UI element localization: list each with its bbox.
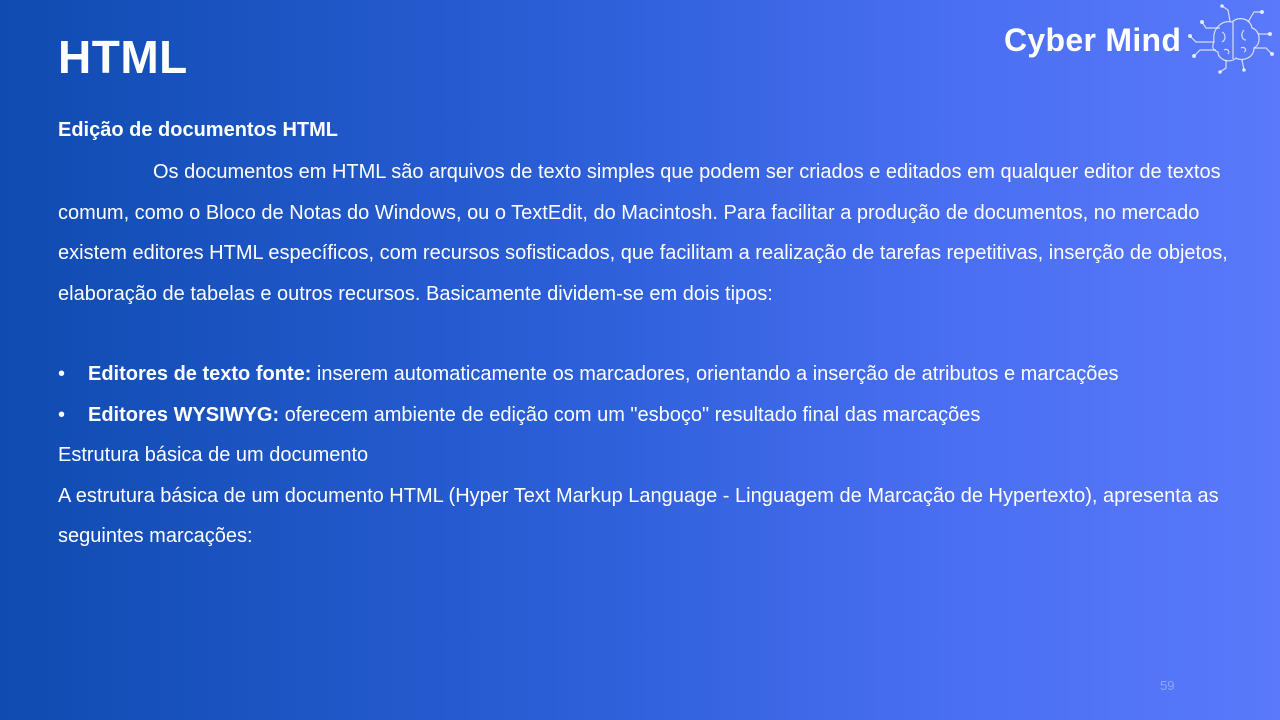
- structure-heading: Estrutura básica de um documento: [58, 444, 369, 466]
- bullet-marker: •: [58, 403, 66, 426]
- section-subtitle: Edição de documentos HTML: [58, 119, 339, 141]
- page-number: 59: [1160, 678, 1175, 693]
- logo-text: Cyber Mind: [1004, 22, 1182, 58]
- slide-content: Edição de documentos HTML Os documentos …: [58, 116, 1258, 557]
- brain-circuit-icon: [1188, 4, 1274, 74]
- bullet-item-source-editors: • Editores de texto fonte: inserem automa…: [58, 354, 1258, 395]
- slide-title: HTML: [58, 31, 188, 83]
- intro-paragraph-text: Os documentos em HTML são arquivos de te…: [58, 161, 1228, 305]
- bullet-item-wysiwyg-editors: • Editores WYSIWYG: oferecem ambiente de …: [58, 395, 1258, 436]
- logo: Cyber Mind: [1000, 4, 1276, 74]
- bullet-term: Editores WYSIWYG:: [88, 403, 280, 426]
- bullet-text: inserem automaticamente os marcadores, o…: [311, 363, 1119, 385]
- bullet-term: Editores de texto fonte:: [88, 363, 312, 385]
- intro-paragraph: Os documentos em HTML são arquivos de te…: [58, 152, 1258, 314]
- slide: HTML Cyber Mind Edição de documentos HTM…: [0, 0, 1280, 720]
- structure-paragraph: A estrutura básica de um documento HTML …: [58, 484, 1219, 548]
- bullet-text: oferecem ambiente de edição com um "esbo…: [279, 403, 981, 426]
- bullet-marker: •: [58, 363, 66, 385]
